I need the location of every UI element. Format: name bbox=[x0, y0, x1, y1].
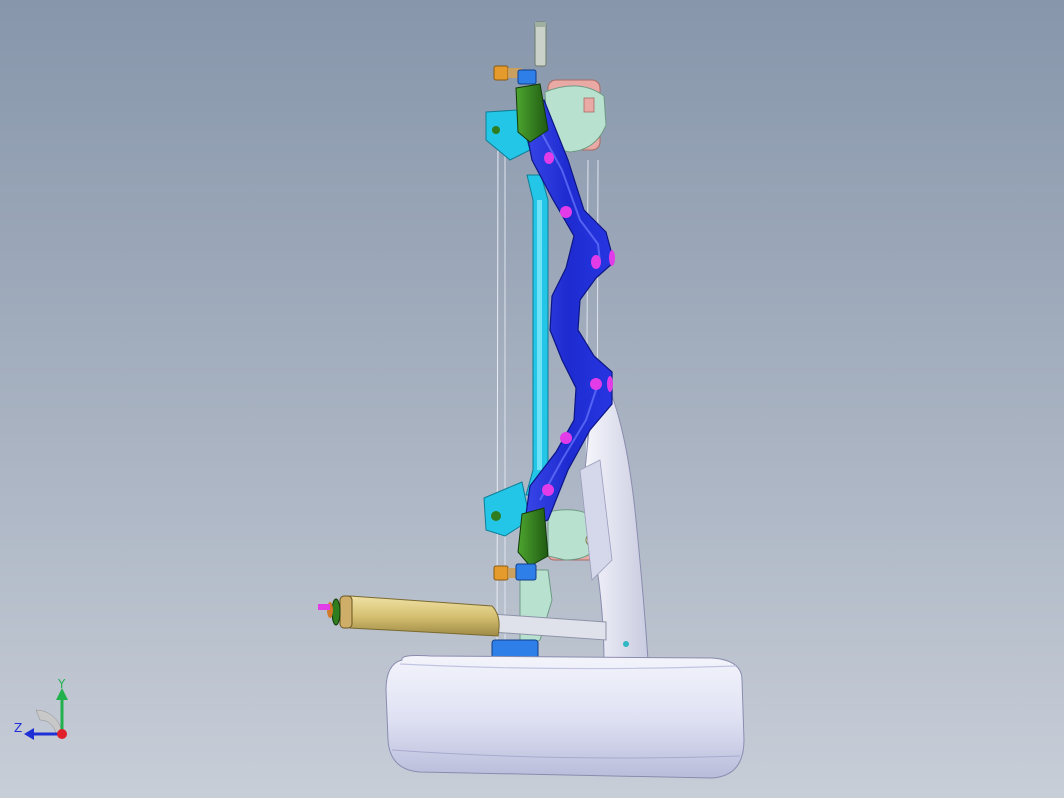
z-axis-label: Z bbox=[14, 721, 22, 735]
stabilizer-bar[interactable] bbox=[525, 174, 549, 496]
top-pin[interactable] bbox=[534, 21, 547, 67]
lower-link-bracket[interactable] bbox=[519, 569, 553, 651]
lower-bushing[interactable] bbox=[517, 507, 549, 567]
upper-bolt[interactable] bbox=[493, 65, 537, 85]
axis-triad: Y Z bbox=[14, 677, 68, 740]
suspension-assembly-model[interactable] bbox=[0, 0, 1064, 798]
x-axis-dot bbox=[57, 729, 67, 739]
z-axis-arrowhead bbox=[24, 728, 34, 740]
triad-arc bbox=[35, 709, 63, 735]
wheel[interactable] bbox=[385, 655, 745, 779]
lower-bolt[interactable] bbox=[493, 563, 537, 581]
y-axis-label: Y bbox=[57, 677, 66, 691]
upper-bushing[interactable] bbox=[515, 83, 549, 143]
cad-viewport[interactable]: Y Z bbox=[0, 0, 1064, 798]
shock-absorber[interactable] bbox=[318, 595, 607, 641]
